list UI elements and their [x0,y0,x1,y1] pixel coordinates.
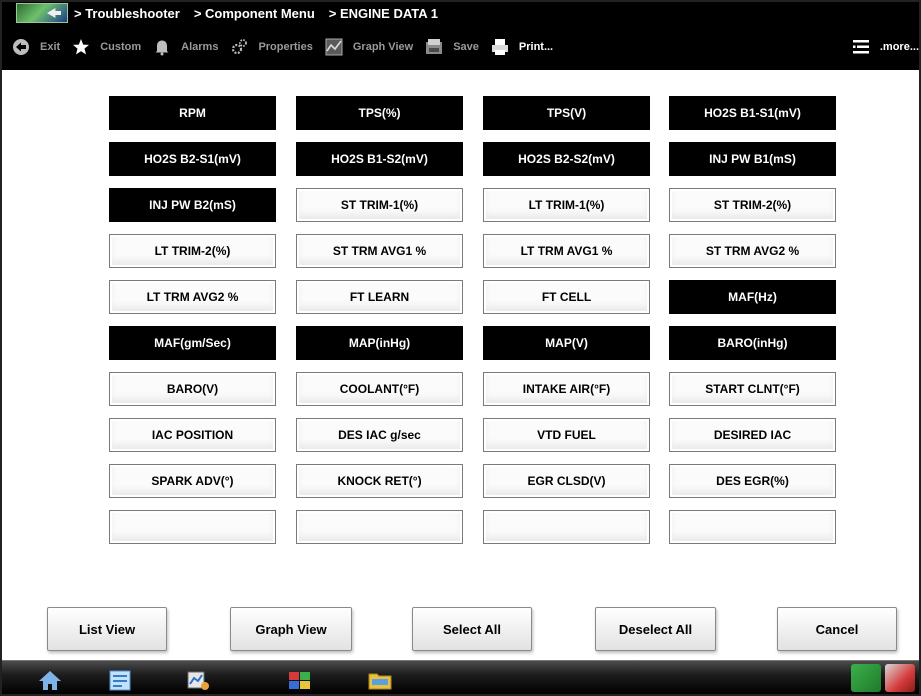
more-label: .more... [879,41,919,53]
pid-button-lt-trim-1-pct[interactable]: LT TRIM-1(%) [483,188,650,222]
pid-button-desired-iac[interactable]: DESIRED IAC [669,418,836,452]
save-label: Save [453,41,479,53]
pid-button-inj-pw-b2-ms[interactable]: INJ PW B2(mS) [109,188,276,222]
breadcrumb-component-menu[interactable]: > Component Menu [194,6,315,21]
cancel-button[interactable]: Cancel [777,607,897,651]
pid-button-partial-4[interactable] [669,510,836,544]
pid-button-spark-adv-deg[interactable]: SPARK ADV(°) [109,464,276,498]
pid-button-maf-gm-sec[interactable]: MAF(gm/Sec) [109,326,276,360]
pid-button-map-inhg[interactable]: MAP(inHg) [296,326,463,360]
graph-view-button[interactable]: Graph View [230,607,352,651]
star-icon [72,38,90,56]
alarms-button[interactable]: Alarms [153,24,218,70]
app-logo-icon[interactable] [16,3,68,23]
taskbar-home-button[interactable] [22,665,78,695]
pid-button-start-clnt-degf[interactable]: START CLNT(°F) [669,372,836,406]
exit-label: Exit [40,41,61,53]
pid-button-des-iac-g-sec[interactable]: DES IAC g/sec [296,418,463,452]
print-button[interactable]: Print... [491,24,553,70]
pid-button-rpm[interactable]: RPM [109,96,276,130]
deselect-all-button[interactable]: Deselect All [595,607,716,651]
folder-icon [368,673,392,690]
pid-button-lt-trim-2-pct[interactable]: LT TRIM-2(%) [109,234,276,268]
exit-button[interactable]: Exit [12,24,60,70]
taskbar-document-button[interactable] [92,665,148,695]
more-button[interactable]: .more... [852,24,919,70]
properties-label: Properties [258,41,313,53]
taskbar-puzzle-button[interactable] [272,665,328,695]
list-view-button[interactable]: List View [47,607,167,651]
toolbar: Exit Custom Alarms Properties Graph View [2,24,919,70]
pid-button-inj-pw-b1-ms[interactable]: INJ PW B1(mS) [669,142,836,176]
pid-button-iac-position[interactable]: IAC POSITION [109,418,276,452]
breadcrumb-engine-data: > ENGINE DATA 1 [328,5,438,21]
graph-view-toolbar-button[interactable]: Graph View [325,24,413,70]
data-scan-icon [187,671,209,690]
gears-icon [230,38,248,56]
pid-button-lt-trm-avg1-pct[interactable]: LT TRM AVG1 % [483,234,650,268]
alarm-bell-icon [153,38,171,56]
properties-button[interactable]: Properties [230,24,313,70]
pid-button-tps-v[interactable]: TPS(V) [483,96,650,130]
graph-view-toolbar-label: Graph View [352,41,414,53]
network-icon[interactable] [885,664,915,692]
pid-button-egr-clsd-v[interactable]: EGR CLSD(V) [483,464,650,498]
exit-arrow-icon [12,38,30,56]
pid-button-ho2s-b1-s1-mv[interactable]: HO2S B1-S1(mV) [669,96,836,130]
puzzle-icon [289,672,310,689]
pid-button-partial-2[interactable] [296,510,463,544]
pid-button-knock-ret-deg[interactable]: KNOCK RET(°) [296,464,463,498]
app-window: > Troubleshooter > Component Menu > ENGI… [0,0,921,696]
pid-button-map-v[interactable]: MAP(V) [483,326,650,360]
print-label: Print... [518,41,554,53]
pid-button-ho2s-b1-s2-mv[interactable]: HO2S B1-S2(mV) [296,142,463,176]
pid-button-baro-v[interactable]: BARO(V) [109,372,276,406]
flag-icon[interactable] [851,664,881,692]
pid-button-coolant-degf[interactable]: COOLANT(°F) [296,372,463,406]
pid-button-ho2s-b2-s2-mv[interactable]: HO2S B2-S2(mV) [483,142,650,176]
pid-button-partial-1[interactable] [109,510,276,544]
printer-icon [491,38,509,56]
action-bar: List View Graph View Select All Deselect… [2,585,919,660]
pid-button-st-trim-2-pct[interactable]: ST TRIM-2(%) [669,188,836,222]
pid-button-st-trim-1-pct[interactable]: ST TRIM-1(%) [296,188,463,222]
pid-button-maf-hz[interactable]: MAF(Hz) [669,280,836,314]
pid-button-ft-cell[interactable]: FT CELL [483,280,650,314]
pid-button-ho2s-b2-s1-mv[interactable]: HO2S B2-S1(mV) [109,142,276,176]
pid-button-tps-pct[interactable]: TPS(%) [296,96,463,130]
system-tray [851,664,915,692]
taskbar [2,660,919,694]
document-icon [109,670,131,691]
pid-button-vtd-fuel[interactable]: VTD FUEL [483,418,650,452]
menu-lines-icon [852,38,870,56]
pid-button-st-trm-avg1-pct[interactable]: ST TRM AVG1 % [296,234,463,268]
graph-icon [325,38,343,56]
pid-button-lt-trm-avg2-pct[interactable]: LT TRM AVG2 % [109,280,276,314]
save-icon [425,38,443,56]
title-bar: > Troubleshooter > Component Menu > ENGI… [2,2,919,24]
pid-selection-grid[interactable]: RPM TPS(%) TPS(V) HO2S B1-S1(mV) HO2S B2-S1(… [2,70,919,585]
taskbar-data-scan-button[interactable] [170,665,226,695]
pid-button-partial-3[interactable] [483,510,650,544]
select-all-button[interactable]: Select All [412,607,532,651]
pid-button-st-trm-avg2-pct[interactable]: ST TRM AVG2 % [669,234,836,268]
pid-button-des-egr-pct[interactable]: DES EGR(%) [669,464,836,498]
taskbar-folder-button[interactable] [352,665,408,695]
alarms-label: Alarms [181,41,219,53]
breadcrumb-troubleshooter[interactable]: > Troubleshooter [74,6,180,21]
custom-button[interactable]: Custom [72,24,141,70]
pid-button-ft-learn[interactable]: FT LEARN [296,280,463,314]
pid-button-intake-air-degf[interactable]: INTAKE AIR(°F) [483,372,650,406]
custom-label: Custom [100,41,142,53]
pid-button-baro-inhg[interactable]: BARO(inHg) [669,326,836,360]
save-button[interactable]: Save [425,24,479,70]
home-icon [39,671,61,690]
